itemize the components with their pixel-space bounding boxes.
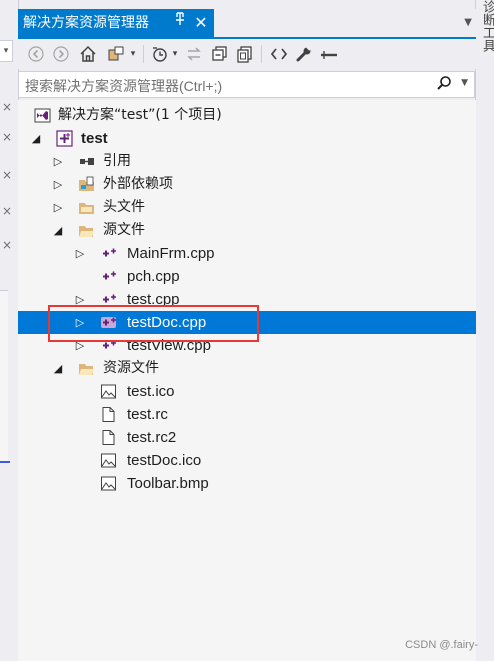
tree-node-source-file[interactable]: ▷ MainFrm.cpp — [18, 242, 476, 265]
resource-script-icon — [100, 429, 117, 446]
switch-views-icon[interactable] — [106, 43, 126, 65]
left-x-mark: × — [2, 168, 13, 182]
properties-wrench-icon[interactable] — [294, 43, 314, 65]
resource-files-label: 资源文件 — [103, 360, 159, 376]
resource-script-icon — [100, 406, 117, 423]
resource-file-label: Toolbar.bmp — [127, 475, 209, 492]
filter-folder-open-icon — [78, 360, 95, 377]
image-file-icon — [100, 452, 117, 469]
tab-title: 解决方案资源管理器 — [23, 15, 149, 31]
left-panel — [0, 290, 8, 462]
tree-node-solution[interactable]: 解决方案“test”(1 个项目) — [18, 104, 476, 127]
tree-node-resource-files[interactable]: ◢ 资源文件 — [18, 357, 476, 380]
collapsed-arrow-icon[interactable]: ▷ — [52, 150, 64, 173]
collapse-all-icon[interactable] — [210, 43, 230, 65]
watermark: CSDN @.fairy- — [405, 639, 478, 651]
collapsed-arrow-icon[interactable]: ▷ — [52, 196, 64, 219]
tool-window-titlebar: 解决方案资源管理器 ✕ ▼ — [18, 9, 476, 37]
forward-icon[interactable] — [51, 43, 71, 65]
source-file-label: MainFrm.cpp — [127, 245, 215, 262]
left-panel-edge: ▾ × × × × × — [0, 0, 19, 661]
tree-node-external-deps[interactable]: ▷ 外部依赖项 — [18, 173, 476, 196]
solution-icon — [34, 107, 51, 124]
image-file-icon — [100, 383, 117, 400]
source-file-label: pch.cpp — [127, 268, 180, 285]
references-label: 引用 — [103, 153, 131, 169]
expanded-arrow-icon[interactable]: ◢ — [52, 219, 64, 242]
tree-node-resource-file[interactable]: Toolbar.bmp — [18, 472, 476, 495]
right-panel-edge: 诊断工具 — [475, 0, 494, 661]
tree-node-source-files[interactable]: ◢ 源文件 — [18, 219, 476, 242]
search-icon[interactable] — [436, 75, 452, 95]
search-input[interactable] — [23, 75, 427, 97]
tree-node-references[interactable]: ▷ 引用 — [18, 150, 476, 173]
history-dropdown-icon[interactable]: ▾ — [170, 43, 180, 65]
pin-icon[interactable] — [172, 9, 188, 37]
external-deps-folder-icon — [78, 176, 95, 193]
tree-node-resource-file[interactable]: test.rc2 — [18, 426, 476, 449]
left-x-mark: × — [2, 238, 13, 252]
show-all-files-icon[interactable] — [235, 43, 255, 65]
filter-folder-icon — [78, 199, 95, 216]
collapsed-arrow-icon[interactable]: ▷ — [52, 173, 64, 196]
window-menu-dropdown-icon[interactable]: ▼ — [464, 17, 472, 28]
source-files-label: 源文件 — [103, 222, 145, 238]
history-icon[interactable] — [149, 43, 171, 65]
highlight-annotation-box — [48, 305, 259, 342]
tree-node-header-files[interactable]: ▷ 头文件 — [18, 196, 476, 219]
view-code-icon[interactable] — [269, 43, 289, 65]
switch-views-dropdown-icon[interactable]: ▾ — [128, 43, 138, 65]
tree-node-resource-file[interactable]: test.ico — [18, 380, 476, 403]
back-icon[interactable] — [26, 43, 46, 65]
left-dropdown[interactable]: ▾ — [0, 40, 13, 62]
tree-node-source-file[interactable]: pch.cpp — [18, 265, 476, 288]
project-label: test — [81, 130, 108, 147]
tab-solution-explorer[interactable]: 解决方案资源管理器 ✕ — [18, 9, 214, 37]
toolbar-separator — [261, 45, 262, 63]
left-x-mark: × — [2, 130, 13, 144]
toolbar-separator — [143, 45, 144, 63]
solution-tree: 解决方案“test”(1 个项目) ◢ test ▷ 引用 ▷ 外部依赖项 ▷ … — [18, 100, 476, 661]
cpp-project-icon — [56, 130, 73, 147]
tree-node-project[interactable]: ◢ test — [18, 127, 476, 150]
cpp-file-icon — [100, 245, 117, 262]
solution-explorer-toolbar: ▾ ▾ — [18, 39, 476, 69]
image-file-icon — [100, 475, 117, 492]
search-box[interactable]: ▼ — [18, 71, 475, 98]
left-x-mark: × — [2, 100, 13, 114]
sync-icon[interactable] — [184, 43, 204, 65]
search-options-dropdown-icon[interactable]: ▼ — [461, 78, 468, 88]
close-icon[interactable]: ✕ — [193, 9, 209, 37]
filter-folder-open-icon — [78, 222, 95, 239]
collapsed-arrow-icon[interactable]: ▷ — [74, 242, 86, 265]
resource-file-label: test.rc2 — [127, 429, 177, 446]
tree-node-resource-file[interactable]: testDoc.ico — [18, 449, 476, 472]
pending-changes-filter-icon[interactable] — [318, 43, 340, 65]
expanded-arrow-icon[interactable]: ◢ — [30, 127, 42, 150]
header-files-label: 头文件 — [103, 199, 145, 215]
cpp-file-icon — [100, 268, 117, 285]
resource-file-label: test.rc — [127, 406, 168, 423]
resource-file-label: test.ico — [127, 383, 175, 400]
tree-node-resource-file[interactable]: test.rc — [18, 403, 476, 426]
external-deps-label: 外部依赖项 — [103, 176, 173, 192]
tab-diagnostic-tools[interactable]: 诊断工具 — [480, 0, 494, 80]
resource-file-label: testDoc.ico — [127, 452, 202, 469]
left-x-mark: × — [2, 204, 13, 218]
expanded-arrow-icon[interactable]: ◢ — [52, 357, 64, 380]
home-icon[interactable] — [78, 43, 98, 65]
references-icon — [78, 153, 95, 170]
left-blue-line — [0, 461, 10, 463]
solution-label: 解决方案“test”(1 个项目) — [58, 107, 222, 123]
